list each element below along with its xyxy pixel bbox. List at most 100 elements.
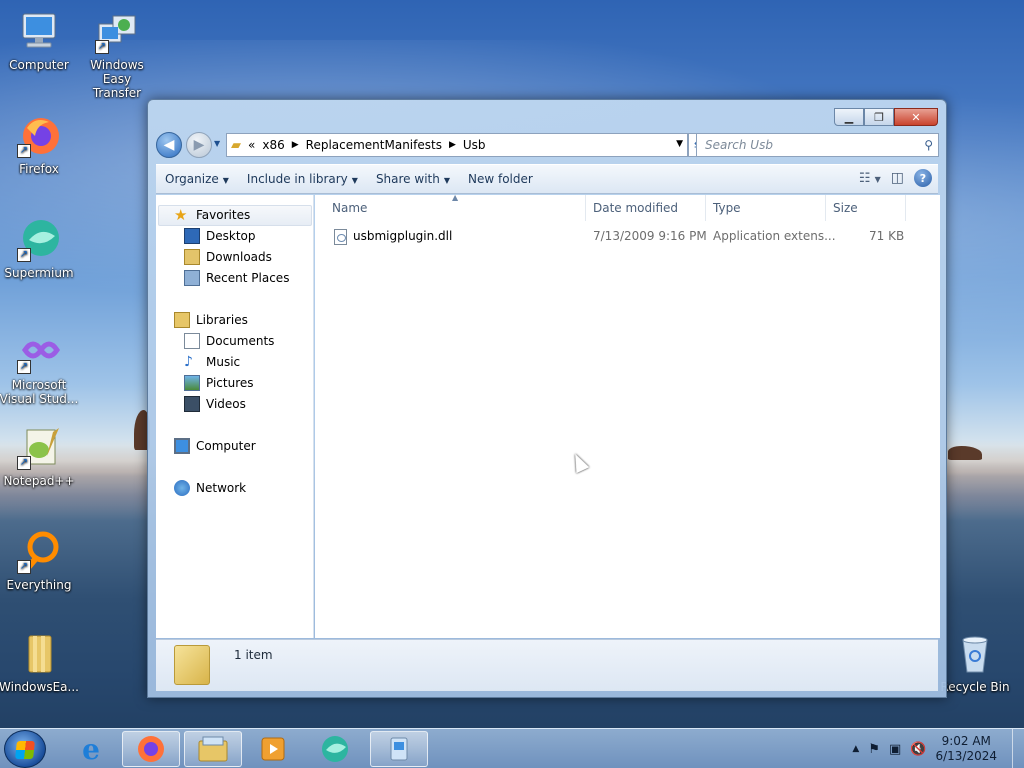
system-clock[interactable]: 9:02 AM 6/13/2024 xyxy=(935,734,997,764)
network-status-icon[interactable]: ▣ xyxy=(889,742,901,757)
desktop-icon-visual-studio[interactable]: ↗ Microsoft Visual Stud... xyxy=(0,330,79,406)
action-center-flag-icon[interactable]: ⚑ xyxy=(868,742,880,757)
address-bar[interactable]: ▰ « x86 ▶ ReplacementManifests ▶ Usb ▼ xyxy=(226,133,688,157)
libraries-icon xyxy=(174,312,190,328)
window-caption-buttons: ▁ ❐ ✕ xyxy=(834,108,938,126)
media-player-icon xyxy=(261,737,285,761)
column-header-name[interactable]: Name ▲ xyxy=(315,193,586,221)
recent-places-icon xyxy=(184,270,200,286)
search-input[interactable]: Search Usb ⚲ xyxy=(696,133,939,157)
forward-arrow-icon: ▶ xyxy=(193,137,205,153)
taskbar-firefox[interactable] xyxy=(122,731,180,767)
desktop-icon-label: Notepad++ xyxy=(3,474,75,488)
nav-favorites[interactable]: ★ Favorites xyxy=(174,205,250,225)
shortcut-arrow-icon: ↗ xyxy=(17,248,31,262)
include-in-library-label: Include in library xyxy=(246,172,348,186)
desktop-icon-supermium[interactable]: ↗ Supermium xyxy=(0,218,79,280)
nav-label: Music xyxy=(206,355,241,369)
recycle-bin-icon xyxy=(953,632,997,676)
desktop-icon-windows-ea-folder[interactable]: WindowsEa... xyxy=(0,632,79,694)
shortcut-arrow-icon: ↗ xyxy=(17,144,31,158)
nav-pictures[interactable]: Pictures xyxy=(184,373,254,393)
documents-icon xyxy=(184,333,200,349)
volume-muted-icon[interactable]: 🔇 xyxy=(910,742,926,757)
nav-downloads[interactable]: Downloads xyxy=(184,247,272,267)
nav-label: Libraries xyxy=(196,313,248,327)
breadcrumb-replacementmanifests[interactable]: ReplacementManifests xyxy=(306,138,442,152)
supermium-icon xyxy=(322,736,348,762)
help-icon[interactable]: ? xyxy=(914,169,932,187)
minimize-icon: ▁ xyxy=(844,110,854,124)
wallpaper-rock xyxy=(948,446,982,460)
desktop-icon-notepad-plus-plus[interactable]: ↗ Notepad++ xyxy=(0,426,79,488)
search-placeholder: Search Usb xyxy=(705,138,773,152)
breadcrumb-chevron-icon[interactable]: ▶ xyxy=(449,140,456,150)
close-button[interactable]: ✕ xyxy=(894,108,938,126)
star-icon: ★ xyxy=(174,206,188,224)
maximize-button[interactable]: ❐ xyxy=(864,108,894,126)
taskbar-easy-transfer[interactable] xyxy=(370,731,428,767)
new-folder-label: New folder xyxy=(468,172,533,186)
address-overflow-button[interactable]: « xyxy=(248,138,255,152)
desktop-icon-recycle-bin[interactable]: Recycle Bin xyxy=(935,632,1015,694)
taskbar-internet-explorer[interactable]: e xyxy=(62,731,120,767)
preview-pane-icon[interactable]: ◫ xyxy=(891,170,904,186)
include-in-library-menu[interactable]: Include in library ▼ xyxy=(238,172,367,186)
show-hidden-icons-button[interactable]: ▲ xyxy=(852,744,859,754)
desktop-icon-label: Microsoft Visual Stud... xyxy=(0,378,79,406)
nav-label: Documents xyxy=(206,334,275,348)
file-date: 7/13/2009 9:16 PM xyxy=(593,229,707,243)
column-header-type[interactable]: Type xyxy=(706,195,826,221)
view-options-icon[interactable]: ☷ ▼ xyxy=(859,171,881,186)
search-icon[interactable]: ⚲ xyxy=(924,138,933,152)
firefox-icon: ↗ xyxy=(17,114,61,158)
nav-network[interactable]: Network xyxy=(174,478,246,498)
nav-music[interactable]: ♪ Music xyxy=(184,352,240,372)
dll-file-icon xyxy=(334,229,347,245)
nav-recent-places[interactable]: Recent Places xyxy=(184,268,289,288)
sort-ascending-icon: ▲ xyxy=(452,193,459,202)
new-folder-button[interactable]: New folder xyxy=(459,172,542,186)
downloads-icon xyxy=(184,249,200,265)
column-header-size[interactable]: Size xyxy=(826,195,906,221)
nav-desktop[interactable]: Desktop xyxy=(184,226,256,246)
nav-label: Network xyxy=(196,481,247,495)
nav-documents[interactable]: Documents xyxy=(184,331,274,351)
item-count: 1 item xyxy=(234,648,273,662)
shortcut-arrow-icon: ↗ xyxy=(95,40,109,54)
address-history-dropdown-icon[interactable]: ▼ xyxy=(676,139,683,149)
taskbar-supermium[interactable] xyxy=(306,731,364,767)
desktop-icon-everything[interactable]: ↗ Everything xyxy=(0,530,79,592)
back-button[interactable]: ◀ xyxy=(156,132,182,158)
breadcrumb-chevron-icon[interactable]: ▶ xyxy=(292,140,299,150)
forward-button[interactable]: ▶ xyxy=(186,132,212,158)
nav-computer[interactable]: Computer xyxy=(174,436,256,456)
file-row[interactable]: usbmigplugin.dll 7/13/2009 9:16 PM Appli… xyxy=(315,226,915,248)
shortcut-arrow-icon: ↗ xyxy=(17,456,31,470)
computer-icon xyxy=(174,438,190,454)
share-with-menu[interactable]: Share with ▼ xyxy=(367,172,459,186)
easy-transfer-icon xyxy=(390,737,408,761)
show-desktop-button[interactable] xyxy=(1012,729,1024,768)
navigation-pane: ★ Favorites Desktop Downloads Recent Plac… xyxy=(156,195,314,638)
desktop-icon-firefox[interactable]: ↗ Firefox xyxy=(0,114,79,176)
start-button[interactable] xyxy=(4,730,46,768)
minimize-button[interactable]: ▁ xyxy=(834,108,864,126)
desktop-icon-windows-easy-transfer[interactable]: ↗ Windows Easy Transfer xyxy=(77,10,157,100)
taskbar-windows-explorer[interactable] xyxy=(184,731,242,767)
organize-menu[interactable]: Organize ▼ xyxy=(156,172,238,186)
breadcrumb-usb[interactable]: Usb xyxy=(463,138,486,152)
explorer-window[interactable]: ▁ ❐ ✕ ◀ ▶ ▼ ▰ « x86 ▶ ReplacementManifes… xyxy=(147,99,947,698)
column-header-date-modified[interactable]: Date modified xyxy=(586,195,706,221)
breadcrumb-x86[interactable]: x86 xyxy=(262,138,284,152)
network-icon xyxy=(174,480,190,496)
desktop-icon-label: Firefox xyxy=(19,162,59,176)
desktop-icon-computer[interactable]: Computer xyxy=(0,10,79,72)
nav-libraries[interactable]: Libraries xyxy=(174,310,248,330)
nav-videos[interactable]: Videos xyxy=(184,394,246,414)
share-with-label: Share with xyxy=(375,172,440,186)
recent-pages-dropdown[interactable]: ▼ xyxy=(214,139,220,148)
folder-icon xyxy=(17,632,61,676)
taskbar-media-player[interactable] xyxy=(244,731,302,767)
notification-area: ▲ ⚑ ▣ 🔇 9:02 AM 6/13/2024 xyxy=(852,729,1018,768)
